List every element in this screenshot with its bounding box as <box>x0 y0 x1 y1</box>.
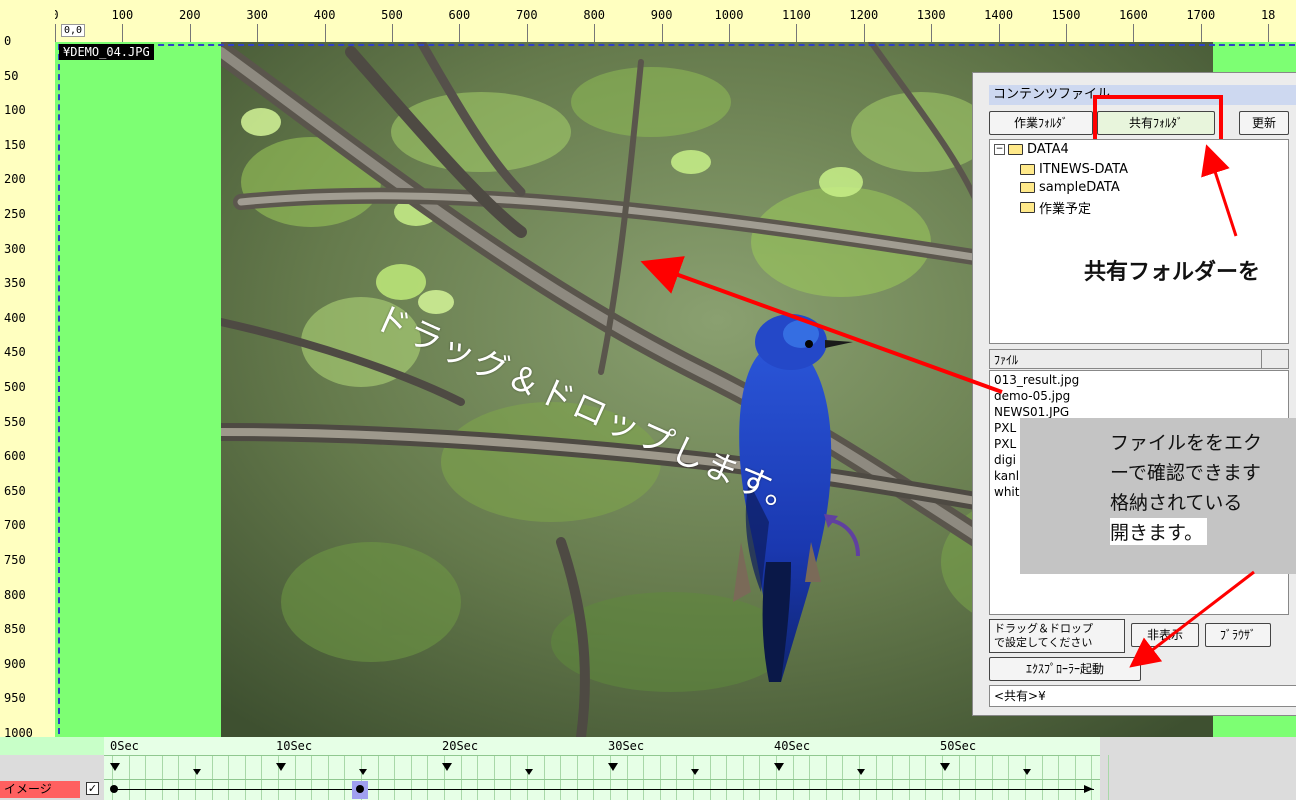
timeline-gridline <box>327 755 329 800</box>
timeline-gridline <box>211 755 213 800</box>
timeline-grid[interactable]: 0Sec 10Sec 20Sec 30Sec 40Sec 50Sec <box>104 737 1109 800</box>
timeline-gridline <box>626 755 628 800</box>
timeline-second-label: 50Sec <box>940 739 977 753</box>
timeline-gridline <box>543 755 545 800</box>
timeline-gridline <box>942 755 943 800</box>
annotation-arrows <box>640 144 1255 668</box>
timeline-gridline <box>145 755 147 800</box>
timeline-gridline <box>377 755 379 800</box>
timeline-gridline <box>676 755 678 800</box>
timeline-gridline <box>975 755 977 800</box>
timeline-gridline <box>1091 755 1093 800</box>
timeline-gridline <box>809 755 811 800</box>
timeline-marker-icon <box>193 769 201 775</box>
track-line <box>114 789 1094 790</box>
timeline-marker-icon <box>774 763 784 771</box>
timeline-second-label: 10Sec <box>276 739 313 753</box>
timeline-gridline <box>195 755 196 800</box>
timeline-row-divider <box>104 755 1100 756</box>
timeline-second-label: 20Sec <box>442 739 479 753</box>
timeline-gridline <box>261 755 263 800</box>
timeline-gridline <box>776 755 777 800</box>
track-label: イメージ <box>0 781 80 798</box>
timeline-gridline <box>1025 755 1026 800</box>
explorer-arrow <box>1129 570 1255 668</box>
timeline-marker-icon <box>940 763 950 771</box>
timeline-marker-icon <box>691 769 699 775</box>
timeline-gridline <box>278 755 279 800</box>
timeline-gridline <box>477 755 479 800</box>
timeline-gridline <box>560 755 562 800</box>
timeline-gridline <box>643 755 645 800</box>
timeline-marker-icon <box>359 769 367 775</box>
track-start-dot[interactable] <box>110 785 118 793</box>
timeline-second-label: 40Sec <box>774 739 811 753</box>
timeline-gridline <box>859 755 860 800</box>
timeline-gridline <box>610 755 611 800</box>
timeline-marker-icon <box>110 763 120 771</box>
timeline-gridline <box>958 755 960 800</box>
timeline-gridline <box>1041 755 1043 800</box>
timeline-gridline <box>659 755 661 800</box>
drag-arrow <box>640 256 1003 394</box>
timeline-gridline <box>1058 755 1060 800</box>
timeline-gridline <box>128 755 130 800</box>
timeline-gridline <box>228 755 230 800</box>
cursor-arrow <box>827 518 860 557</box>
timeline-gridline <box>112 755 113 800</box>
timeline-second-label: 30Sec <box>608 739 645 753</box>
timeline-gridline <box>593 755 595 800</box>
timeline-gridline <box>1108 755 1109 800</box>
timeline-marker-icon <box>1023 769 1031 775</box>
timeline-marker-icon <box>857 769 865 775</box>
timeline-gridline <box>410 755 412 800</box>
timeline-gridline <box>294 755 296 800</box>
timeline: 0Sec 10Sec 20Sec 30Sec 40Sec 50Sec イメージ ✓ <box>0 737 1296 800</box>
timeline-marker-icon <box>525 769 533 775</box>
timeline-gridline <box>527 755 528 800</box>
timeline-row-divider <box>104 779 1100 780</box>
timeline-second-label: 0Sec <box>110 739 139 753</box>
track-checkbox[interactable]: ✓ <box>86 782 99 795</box>
timeline-gridline <box>178 755 180 800</box>
timeline-gridline <box>311 755 313 800</box>
timeline-gridline <box>344 755 346 800</box>
timeline-gridline <box>925 755 927 800</box>
timeline-gridline <box>726 755 728 800</box>
timeline-gridline <box>1074 755 1076 800</box>
timeline-marker-icon <box>276 763 286 771</box>
timeline-gridline <box>394 755 396 800</box>
timeline-gridline <box>244 755 246 800</box>
timeline-gridline <box>1008 755 1010 800</box>
timeline-gridline <box>460 755 462 800</box>
timeline-gridline <box>161 755 163 800</box>
timeline-gridline <box>576 755 578 800</box>
timeline-gridline <box>742 755 744 800</box>
timeline-gridline <box>875 755 877 800</box>
timeline-gridline <box>493 755 495 800</box>
timeline-header-left <box>0 737 104 755</box>
timeline-gridline <box>709 755 711 800</box>
timeline-gridline <box>842 755 844 800</box>
timeline-gridline <box>908 755 910 800</box>
shared-folder-arrow <box>1201 144 1238 237</box>
timeline-marker-icon <box>442 763 452 771</box>
timeline-gridline <box>427 755 429 800</box>
track-keyframe-dot <box>356 785 364 793</box>
timeline-gridline <box>759 755 761 800</box>
timeline-gridline <box>825 755 827 800</box>
timeline-gridline <box>444 755 445 800</box>
timeline-gridline <box>991 755 993 800</box>
timeline-gridline <box>510 755 512 800</box>
track-end-arrow-icon <box>1084 785 1093 793</box>
timeline-marker-icon <box>608 763 618 771</box>
timeline-gridline <box>693 755 694 800</box>
timeline-gridline <box>892 755 894 800</box>
timeline-gridline <box>792 755 794 800</box>
